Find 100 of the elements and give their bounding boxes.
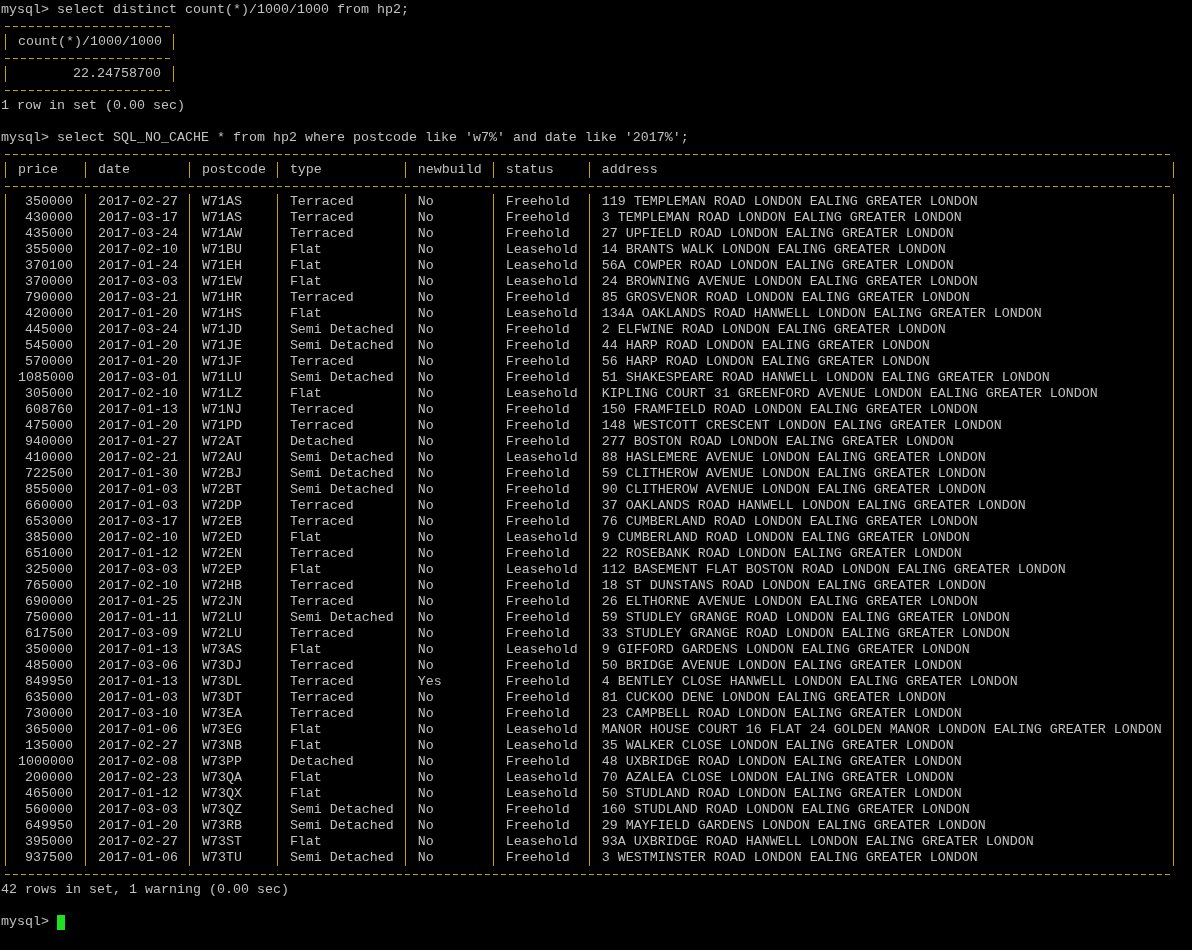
- table-cell: No: [404, 546, 493, 562]
- table-cell: 2017-03-21: [84, 290, 189, 306]
- table-cell: 790000: [5, 290, 85, 306]
- table-cell: W72EB: [188, 514, 277, 530]
- table-cell: Semi Detached: [276, 370, 405, 386]
- table-cell: 2017-03-17: [84, 210, 189, 226]
- table-cell: Freehold: [492, 354, 589, 370]
- table-cell: 722500: [5, 466, 85, 482]
- table-cell: 2017-02-21: [84, 450, 189, 466]
- table-cell: W71JF: [188, 354, 277, 370]
- table-cell: 56 HARP ROAD LONDON EALING GREATER LONDON: [588, 354, 1173, 370]
- table-cell: Semi Detached: [276, 610, 405, 626]
- table-cell: W73DJ: [188, 658, 277, 674]
- table-cell: 29 MAYFIELD GARDENS LONDON EALING GREATER LONDON: [588, 818, 1173, 834]
- table-cell: W72AU: [188, 450, 277, 466]
- table-cell: W72DP: [188, 498, 277, 514]
- table-cell: 649950: [5, 818, 85, 834]
- table-cell: 410000: [5, 450, 85, 466]
- table-cell: W71HR: [188, 290, 277, 306]
- table-cell: 200000: [5, 770, 85, 786]
- table-cell: Flat: [276, 386, 405, 402]
- column-header: count(*)/1000/1000: [5, 34, 173, 50]
- table-cell: 37 OAKLANDS ROAD HANWELL LONDON EALING GREATER LONDON: [588, 498, 1173, 514]
- table-cell: 940000: [5, 434, 85, 450]
- table-cell: 560000: [5, 802, 85, 818]
- table-cell: Freehold: [492, 690, 589, 706]
- table-cell: Semi Detached: [276, 482, 405, 498]
- table-cell: 570000: [5, 354, 85, 370]
- table-cell: 2017-02-27: [84, 834, 189, 850]
- table-cell: 1000000: [5, 754, 85, 770]
- table-cell: 395000: [5, 834, 85, 850]
- table-cell: 2017-01-20: [84, 338, 189, 354]
- table-cell: W73QX: [188, 786, 277, 802]
- result-summary: 42 rows in set, 1 warning (0.00 sec): [1, 882, 289, 898]
- table-cell: No: [404, 642, 493, 658]
- table-cell: Freehold: [492, 578, 589, 594]
- table-cell: Freehold: [492, 338, 589, 354]
- table-cell: W73NB: [188, 738, 277, 754]
- table-cell: W71PD: [188, 418, 277, 434]
- table-cell: Terraced: [276, 626, 405, 642]
- table-cell: Detached: [276, 434, 405, 450]
- table-cell: No: [404, 690, 493, 706]
- table-cell: 617500: [5, 626, 85, 642]
- table-cell: Flat: [276, 274, 405, 290]
- table-cell: 160 STUDLAND ROAD LONDON EALING GREATER LONDON: [588, 802, 1173, 818]
- table-cell: No: [404, 514, 493, 530]
- table-cell: 56A COWPER ROAD LONDON EALING GREATER LONDON: [588, 258, 1173, 274]
- table-cell: 2017-01-20: [84, 354, 189, 370]
- table-cell: W71AS: [188, 210, 277, 226]
- table-cell: W72JN: [188, 594, 277, 610]
- table-cell: Flat: [276, 242, 405, 258]
- table-cell: 23 CAMPBELL ROAD LONDON EALING GREATER LONDON: [588, 706, 1173, 722]
- table-cell: No: [404, 802, 493, 818]
- table-cell: 2017-01-03: [84, 498, 189, 514]
- table-cell: Terraced: [276, 658, 405, 674]
- table-cell: Terraced: [276, 594, 405, 610]
- table-cell: 370000: [5, 274, 85, 290]
- table-cell: 350000: [5, 642, 85, 658]
- table-cell: 2017-03-03: [84, 274, 189, 290]
- table-cell: Leasehold: [492, 786, 589, 802]
- table-cell: 2017-02-10: [84, 578, 189, 594]
- table-cell: No: [404, 322, 493, 338]
- table-cell: No: [404, 418, 493, 434]
- table-cell: 93A UXBRIDGE ROAD HANWELL LONDON EALING GREATER LONDON: [588, 834, 1173, 850]
- table-cell: No: [404, 530, 493, 546]
- table-cell: W71JE: [188, 338, 277, 354]
- table-cell: 2017-03-24: [84, 226, 189, 242]
- table-cell: 2017-01-06: [84, 850, 189, 866]
- table-cell: 355000: [5, 242, 85, 258]
- table-cell: Flat: [276, 722, 405, 738]
- table-cell: 855000: [5, 482, 85, 498]
- table-cell: 18 ST DUNSTANS ROAD LONDON EALING GREATER LONDON: [588, 578, 1173, 594]
- table-cell: W72ED: [188, 530, 277, 546]
- table-cell: Terraced: [276, 498, 405, 514]
- table-cell: Freehold: [492, 850, 589, 866]
- table-cell: No: [404, 594, 493, 610]
- prompt-label: mysql>: [1, 914, 49, 930]
- table-cell: 135000: [5, 738, 85, 754]
- table-cell: 277 BOSTON ROAD LONDON EALING GREATER LONDON: [588, 434, 1173, 450]
- table-cell: 150 FRAMFIELD ROAD LONDON EALING GREATER LONDON: [588, 402, 1173, 418]
- table-cell: Flat: [276, 642, 405, 658]
- table-cell: MANOR HOUSE COURT 16 FLAT 24 GOLDEN MANOR LONDON EALING GREATER LONDON: [588, 722, 1173, 738]
- table-cell: 350000: [5, 194, 85, 210]
- table-cell: 445000: [5, 322, 85, 338]
- table-cell: No: [404, 738, 493, 754]
- table-cell: 44 HARP ROAD LONDON EALING GREATER LONDON: [588, 338, 1173, 354]
- table-cell: No: [404, 658, 493, 674]
- table-cell: No: [404, 274, 493, 290]
- table-cell: Terraced: [276, 706, 405, 722]
- table-cell: Yes: [404, 674, 493, 690]
- table-cell: 1085000: [5, 370, 85, 386]
- table-cell: No: [404, 562, 493, 578]
- table-cell: 420000: [5, 306, 85, 322]
- table-cell: Terraced: [276, 226, 405, 242]
- table-cell: 750000: [5, 610, 85, 626]
- table-cell: No: [404, 786, 493, 802]
- table-cell: Freehold: [492, 514, 589, 530]
- table-cell: Freehold: [492, 210, 589, 226]
- table-cell: 2017-02-10: [84, 242, 189, 258]
- table-cell: 370100: [5, 258, 85, 274]
